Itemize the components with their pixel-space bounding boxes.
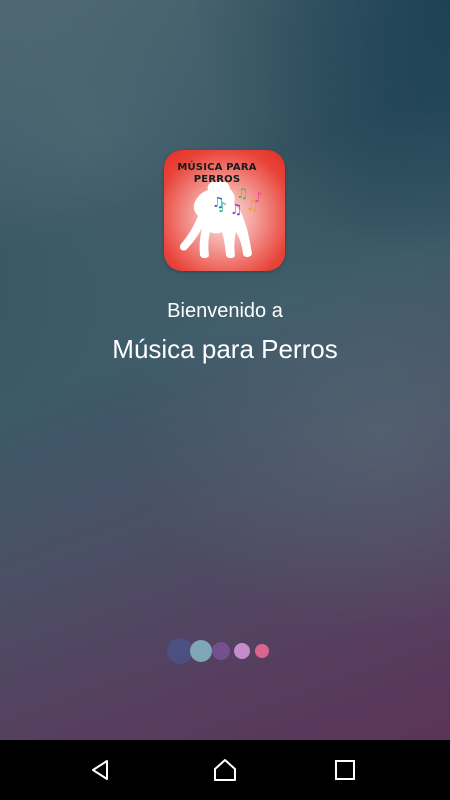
recents-square-icon [335,760,355,780]
home-icon [214,759,236,781]
svg-text:♪: ♪ [254,190,263,206]
app-logo-title: MÚSICA PARA PERROS [177,162,257,185]
loading-dot [190,640,212,662]
gradient-background [0,0,450,740]
back-triangle-icon [92,760,108,780]
loading-indicator [0,636,450,666]
loading-dot [234,643,250,659]
svg-text:♪: ♪ [218,200,227,216]
svg-text:♫: ♫ [230,202,243,218]
navigation-bar [0,740,450,800]
splash-screen: ♫ ♪ ♫ ♫ ♫ ♪ MÚSICA PARA PERROS Bienvenid… [0,0,450,800]
recents-button[interactable] [325,750,365,790]
back-button[interactable] [80,750,120,790]
loading-dot [212,642,230,660]
home-button[interactable] [205,750,245,790]
app-logo: ♫ ♪ ♫ ♫ ♫ ♪ MÚSICA PARA PERROS [164,150,285,271]
app-name-title: Música para Perros [112,334,338,364]
welcome-text: Bienvenido a [167,300,283,322]
loading-dot [255,644,269,658]
